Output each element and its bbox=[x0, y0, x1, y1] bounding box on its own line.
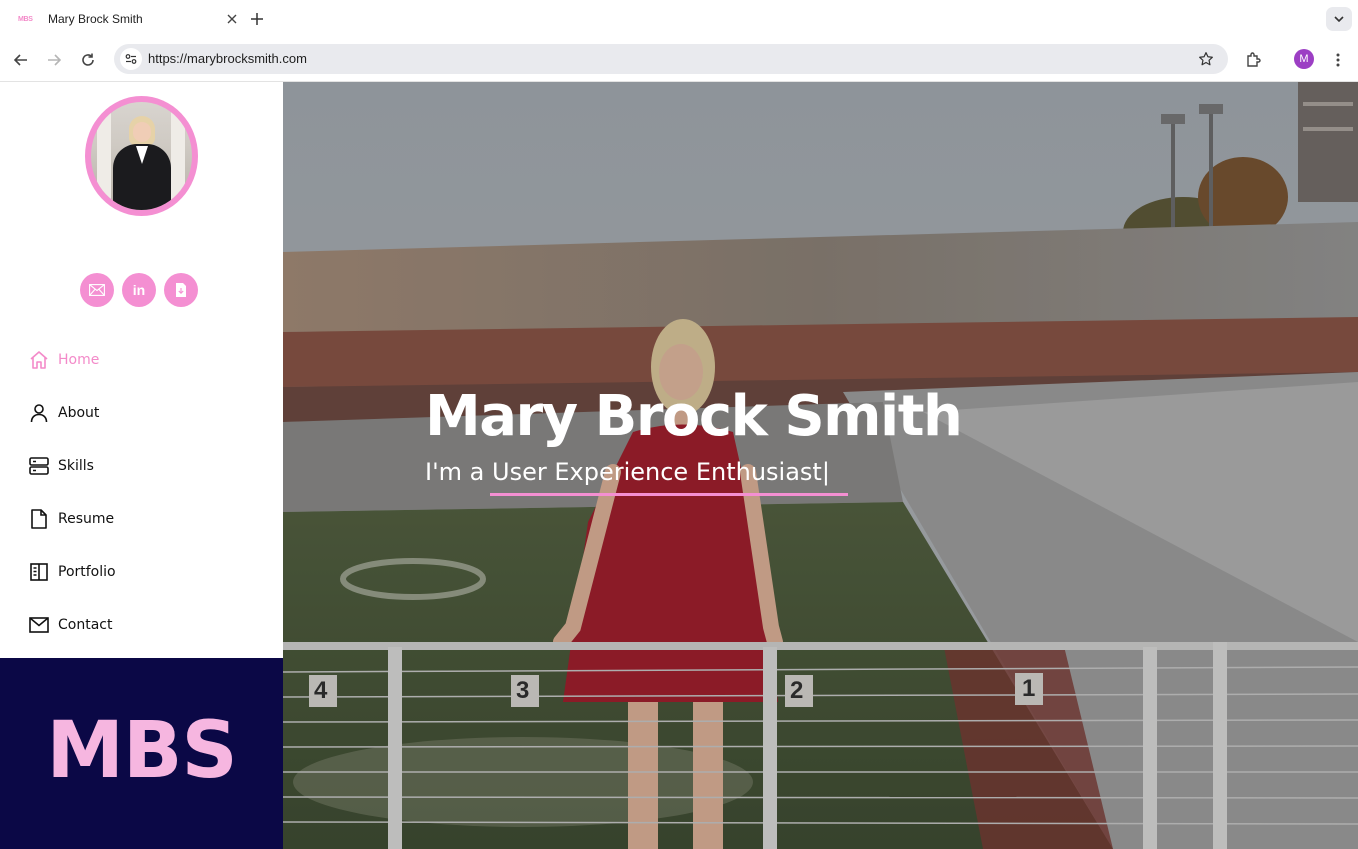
tab-title: Mary Brock Smith bbox=[48, 12, 143, 26]
nav-item-home[interactable]: Home bbox=[28, 333, 116, 386]
social-links: in bbox=[80, 273, 198, 307]
brand-logo-text: MBS bbox=[46, 706, 237, 796]
email-link-button[interactable] bbox=[80, 273, 114, 307]
railing-number: 1 bbox=[1022, 675, 1036, 702]
url-text[interactable]: https://marybrocksmith.com bbox=[148, 51, 307, 66]
linkedin-link-button[interactable]: in bbox=[122, 273, 156, 307]
railing-number: 3 bbox=[516, 677, 530, 704]
sidebar: in Home About Skills Resume Portfolio Co… bbox=[0, 82, 283, 658]
profile-photo bbox=[85, 96, 198, 216]
columns-icon bbox=[28, 561, 50, 583]
forward-arrow-icon[interactable] bbox=[43, 49, 65, 71]
nav-label: About bbox=[58, 404, 100, 421]
railing-number: 4 bbox=[314, 677, 328, 704]
back-arrow-icon[interactable] bbox=[10, 49, 32, 71]
envelope-icon bbox=[89, 284, 105, 296]
extensions-puzzle-icon[interactable] bbox=[1242, 49, 1264, 71]
resume-download-button[interactable] bbox=[164, 273, 198, 307]
linkedin-icon: in bbox=[132, 282, 146, 298]
site-info-tune-icon[interactable] bbox=[120, 48, 142, 70]
nav-label: Home bbox=[58, 351, 100, 368]
more-menu-kebab-icon[interactable] bbox=[1327, 49, 1349, 71]
main-nav: Home About Skills Resume Portfolio Conta… bbox=[28, 333, 116, 651]
profile-photo-image bbox=[91, 102, 192, 210]
browser-tab[interactable]: MBS Mary Brock Smith bbox=[18, 4, 240, 34]
file-download-icon bbox=[176, 283, 186, 297]
nav-label: Skills bbox=[58, 457, 94, 474]
home-icon bbox=[28, 349, 50, 371]
reload-icon[interactable] bbox=[77, 49, 99, 71]
new-tab-plus-icon[interactable] bbox=[248, 10, 266, 28]
hero-tagline: I'm a User Experience Enthusiast| bbox=[425, 458, 830, 486]
hero-tagline-underline bbox=[490, 493, 848, 496]
bookmark-star-icon[interactable] bbox=[1196, 49, 1216, 69]
tab-favicon: MBS bbox=[18, 15, 33, 23]
hero-title: Mary Brock Smith bbox=[425, 384, 963, 449]
browser-tab-strip: MBS Mary Brock Smith bbox=[0, 0, 1358, 38]
close-icon[interactable] bbox=[224, 11, 240, 27]
nav-item-resume[interactable]: Resume bbox=[28, 492, 116, 545]
brand-logo-block: MBS bbox=[0, 658, 283, 849]
nav-item-portfolio[interactable]: Portfolio bbox=[28, 545, 116, 598]
address-bar[interactable]: https://marybrocksmith.com bbox=[114, 44, 1228, 74]
hero-section: 4 3 2 1 Mary Brock Smith I'm a User Expe… bbox=[283, 82, 1358, 849]
tab-search-chevron-down-icon[interactable] bbox=[1326, 7, 1352, 31]
nav-item-about[interactable]: About bbox=[28, 386, 116, 439]
profile-avatar[interactable]: M bbox=[1294, 49, 1314, 69]
railing-number: 2 bbox=[790, 677, 804, 704]
person-icon bbox=[28, 402, 50, 424]
nav-label: Contact bbox=[58, 616, 113, 633]
nav-item-contact[interactable]: Contact bbox=[28, 598, 116, 651]
server-icon bbox=[28, 455, 50, 477]
nav-label: Resume bbox=[58, 510, 115, 527]
nav-label: Portfolio bbox=[58, 563, 116, 580]
envelope-icon bbox=[28, 614, 50, 636]
nav-item-skills[interactable]: Skills bbox=[28, 439, 116, 492]
file-icon bbox=[28, 508, 50, 530]
browser-toolbar: https://marybrocksmith.com M bbox=[0, 38, 1358, 82]
